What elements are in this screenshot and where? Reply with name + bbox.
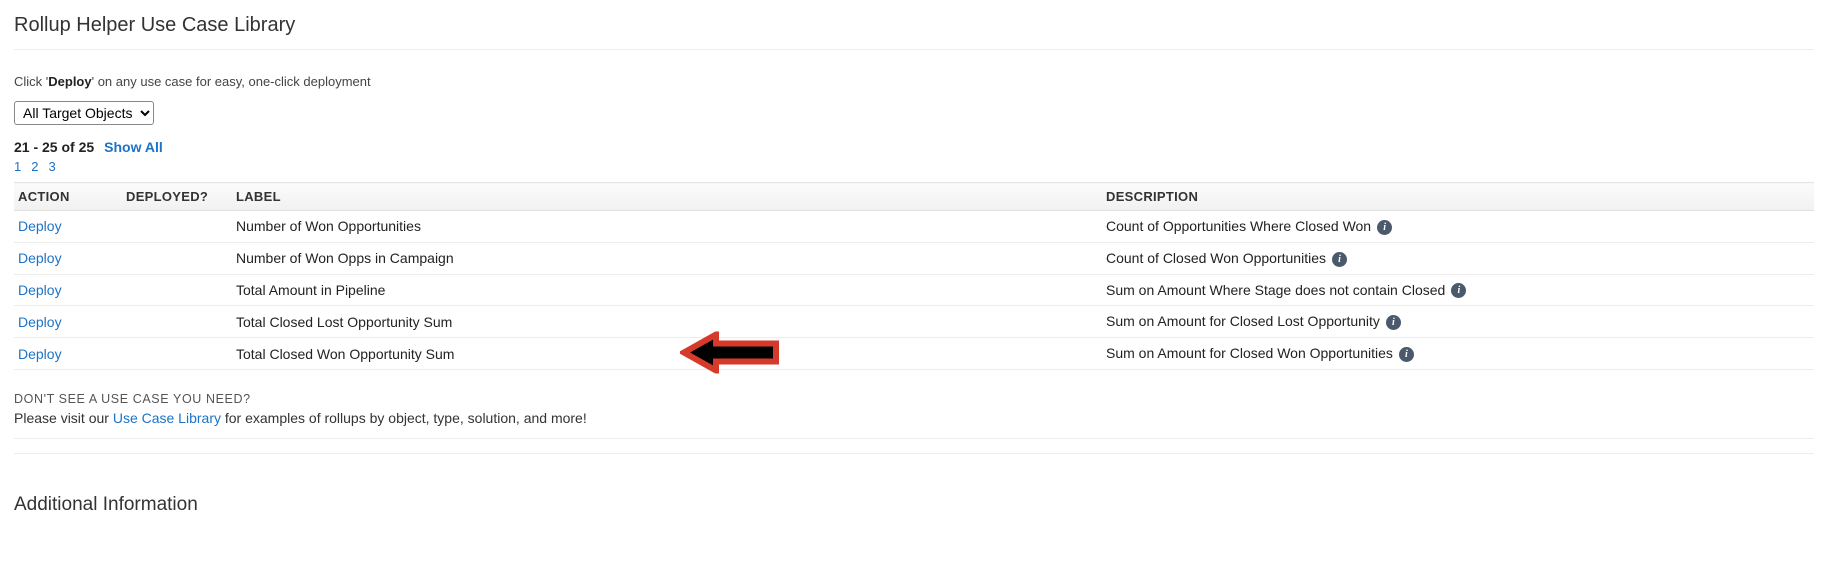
divider [14,49,1814,50]
info-icon[interactable]: i [1377,220,1392,235]
label-cell: Number of Won Opps in Campaign [232,242,1102,274]
deploy-link[interactable]: Deploy [18,250,62,266]
table-row: Deploy Total Closed Won Opportunity Sum Su… [14,338,1814,370]
target-objects-select[interactable]: All Target Objects [14,101,154,125]
row-label: Total Closed Won Opportunity Sum [236,346,454,362]
footer-title: DON'T SEE A USE CASE YOU NEED? [14,392,1814,410]
col-action: ACTION [14,183,122,211]
deploy-link[interactable]: Deploy [18,218,62,234]
row-description: Sum on Amount for Closed Lost Opportunit… [1106,313,1380,329]
info-icon[interactable]: i [1332,252,1347,267]
table-row: Deploy Number of Won Opportunities Count o… [14,211,1814,243]
label-cell: Total Amount in Pipeline [232,274,1102,306]
deployed-cell [122,306,232,338]
table-row: Deploy Total Closed Lost Opportunity Sum S… [14,306,1814,338]
deployed-cell [122,242,232,274]
deploy-link[interactable]: Deploy [18,346,62,362]
label-cell: Total Closed Won Opportunity Sum [232,338,1102,370]
footer-post: for examples of rollups by object, type,… [221,410,587,426]
additional-information-heading: Additional Information [14,468,1814,528]
info-icon[interactable]: i [1386,315,1401,330]
page-title: Rollup Helper Use Case Library [14,0,1814,49]
table-row: Deploy Number of Won Opps in Campaign Coun… [14,242,1814,274]
row-description: Sum on Amount Where Stage does not conta… [1106,282,1445,298]
deploy-link[interactable]: Deploy [18,282,62,298]
usecase-table: ACTION DEPLOYED? LABEL DESCRIPTION Deplo… [14,182,1814,370]
description-cell: Count of Closed Won Opportunities i [1102,242,1814,274]
use-case-library-link[interactable]: Use Case Library [113,410,221,426]
description-cell: Sum on Amount Where Stage does not conta… [1102,274,1814,306]
deployed-cell [122,211,232,243]
row-description: Count of Opportunities Where Closed Won [1106,218,1371,234]
row-label: Number of Won Opps in Campaign [236,250,454,266]
description-cell: Sum on Amount for Closed Won Opportuniti… [1102,338,1814,370]
row-label: Number of Won Opportunities [236,218,421,234]
row-description: Count of Closed Won Opportunities [1106,250,1326,266]
row-description: Sum on Amount for Closed Won Opportuniti… [1106,345,1393,361]
col-deployed: DEPLOYED? [122,183,232,211]
label-cell: Total Closed Lost Opportunity Sum [232,306,1102,338]
instruction-bold: Deploy [48,74,91,89]
deployed-cell [122,338,232,370]
description-cell: Count of Opportunities Where Closed Won i [1102,211,1814,243]
divider [14,453,1814,454]
arrow-left-icon [680,331,780,376]
info-icon[interactable]: i [1451,283,1466,298]
row-label: Total Closed Lost Opportunity Sum [236,314,452,330]
page-link-3[interactable]: 3 [48,159,55,174]
page-link-2[interactable]: 2 [31,159,38,174]
show-all-link[interactable]: Show All [104,139,163,155]
pagination-range: 21 - 25 of 25 [14,139,94,155]
instruction-pre: Click ' [14,74,48,89]
pager: 1 2 3 [14,155,1814,182]
label-cell: Number of Won Opportunities [232,211,1102,243]
table-header-row: ACTION DEPLOYED? LABEL DESCRIPTION [14,183,1814,211]
page-link-1[interactable]: 1 [14,159,21,174]
col-label: LABEL [232,183,1102,211]
footer-text: Please visit our Use Case Library for ex… [14,410,1814,426]
deploy-link[interactable]: Deploy [18,314,62,330]
col-description: DESCRIPTION [1102,183,1814,211]
info-icon[interactable]: i [1399,347,1414,362]
table-row: Deploy Total Amount in Pipeline Sum on Amo… [14,274,1814,306]
row-label: Total Amount in Pipeline [236,282,385,298]
footer-pre: Please visit our [14,410,113,426]
description-cell: Sum on Amount for Closed Lost Opportunit… [1102,306,1814,338]
instruction-text: Click 'Deploy' on any use case for easy,… [14,64,1814,97]
instruction-post: ' on any use case for easy, one-click de… [92,74,371,89]
deployed-cell [122,274,232,306]
